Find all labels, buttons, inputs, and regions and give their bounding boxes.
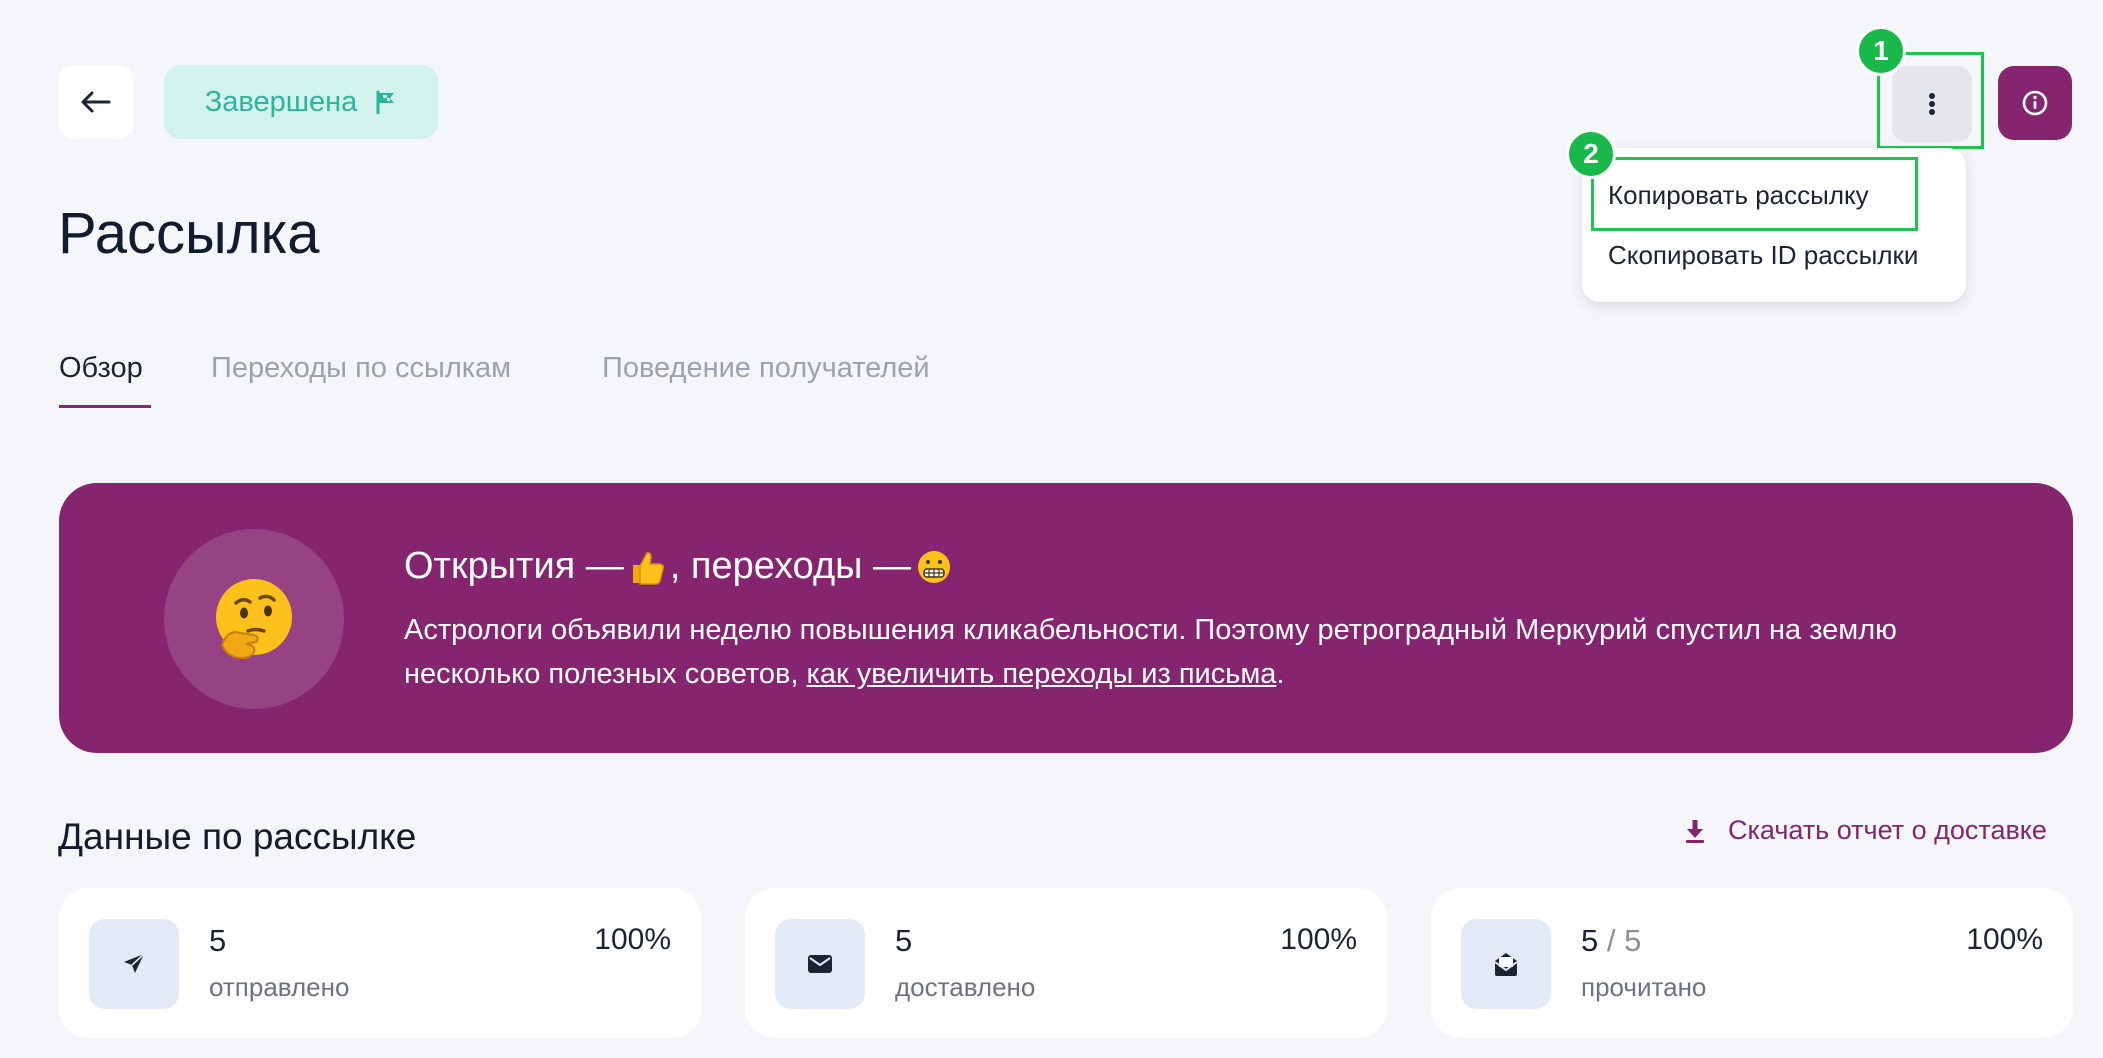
stat-icon-box: [1461, 919, 1551, 1009]
stat-percent: 100%: [594, 923, 671, 956]
stat-card-delivered: 5 доставлено 100%: [745, 888, 1387, 1038]
banner-text-end: .: [1276, 658, 1285, 690]
banner-title-part2: , переходы —: [669, 545, 911, 587]
stat-value-main: 5: [1581, 923, 1599, 958]
stat-label: прочитано: [1581, 972, 1707, 1002]
stat-value-extra: / 5: [1598, 923, 1642, 958]
tab-link-clicks[interactable]: Переходы по ссылкам: [211, 352, 511, 385]
stat-card-read: 5 / 5 прочитано 100%: [1431, 888, 2073, 1038]
stat-label: доставлено: [895, 972, 1036, 1002]
download-report-link[interactable]: Скачать отчет о доставке: [1684, 815, 2047, 846]
banner-link[interactable]: как увеличить переходы из письма: [807, 658, 1277, 690]
stat-value-main: 5: [895, 923, 913, 958]
grimacing-face-emoji: [918, 550, 950, 583]
flag-icon: [376, 90, 395, 114]
status-label: Завершена: [204, 85, 358, 118]
download-report-label: Скачать отчет о доставке: [1728, 815, 2047, 845]
section-title: Данные по рассылке: [58, 816, 417, 857]
page-title: Рассылка: [58, 201, 320, 266]
stat-percent: 100%: [1280, 923, 1357, 956]
info-icon: [2022, 90, 2048, 116]
open-envelope-icon: [1494, 953, 1518, 976]
banner-title-part1: Открытия —: [404, 545, 624, 587]
stat-icon-box: [775, 919, 865, 1009]
annotation-badge-2: 2: [1566, 129, 1616, 179]
back-button[interactable]: [59, 65, 133, 139]
stat-percent: 100%: [1966, 923, 2043, 956]
stat-icon-box: [89, 919, 179, 1009]
stat-card-sent: 5 отправлено 100%: [59, 888, 701, 1038]
tab-overview[interactable]: Обзор: [59, 352, 143, 385]
banner-text: Астрологи объявили неделю повышения клик…: [404, 608, 2024, 696]
active-tab-indicator: [59, 405, 151, 408]
download-icon: [1686, 819, 1704, 843]
stat-value: 5 / 5: [1581, 923, 1641, 959]
tab-recipient-behavior[interactable]: Поведение получателей: [602, 352, 930, 385]
stat-value: 5: [209, 923, 226, 959]
menu-item-copy-mailing-id[interactable]: Скопировать ID рассылки: [1608, 240, 1918, 271]
arrow-left-icon: [81, 91, 111, 113]
banner-title: Открытия — , переходы —: [404, 545, 957, 588]
tip-banner: Открытия — , переходы — Астрологи объяви…: [59, 483, 2073, 753]
stat-label: отправлено: [209, 972, 350, 1002]
thinking-face-emoji: [216, 579, 292, 660]
thumbs-up-emoji: [632, 551, 664, 585]
stat-value: 5: [895, 923, 912, 959]
send-icon: [124, 953, 145, 973]
envelope-icon: [808, 955, 832, 973]
info-button[interactable]: [1998, 66, 2072, 140]
banner-emoji-circle: [164, 529, 344, 709]
stat-value-main: 5: [209, 923, 227, 958]
status-chip: Завершена: [164, 65, 438, 139]
highlight-box-2: [1591, 157, 1918, 231]
annotation-badge-1: 1: [1856, 26, 1906, 76]
